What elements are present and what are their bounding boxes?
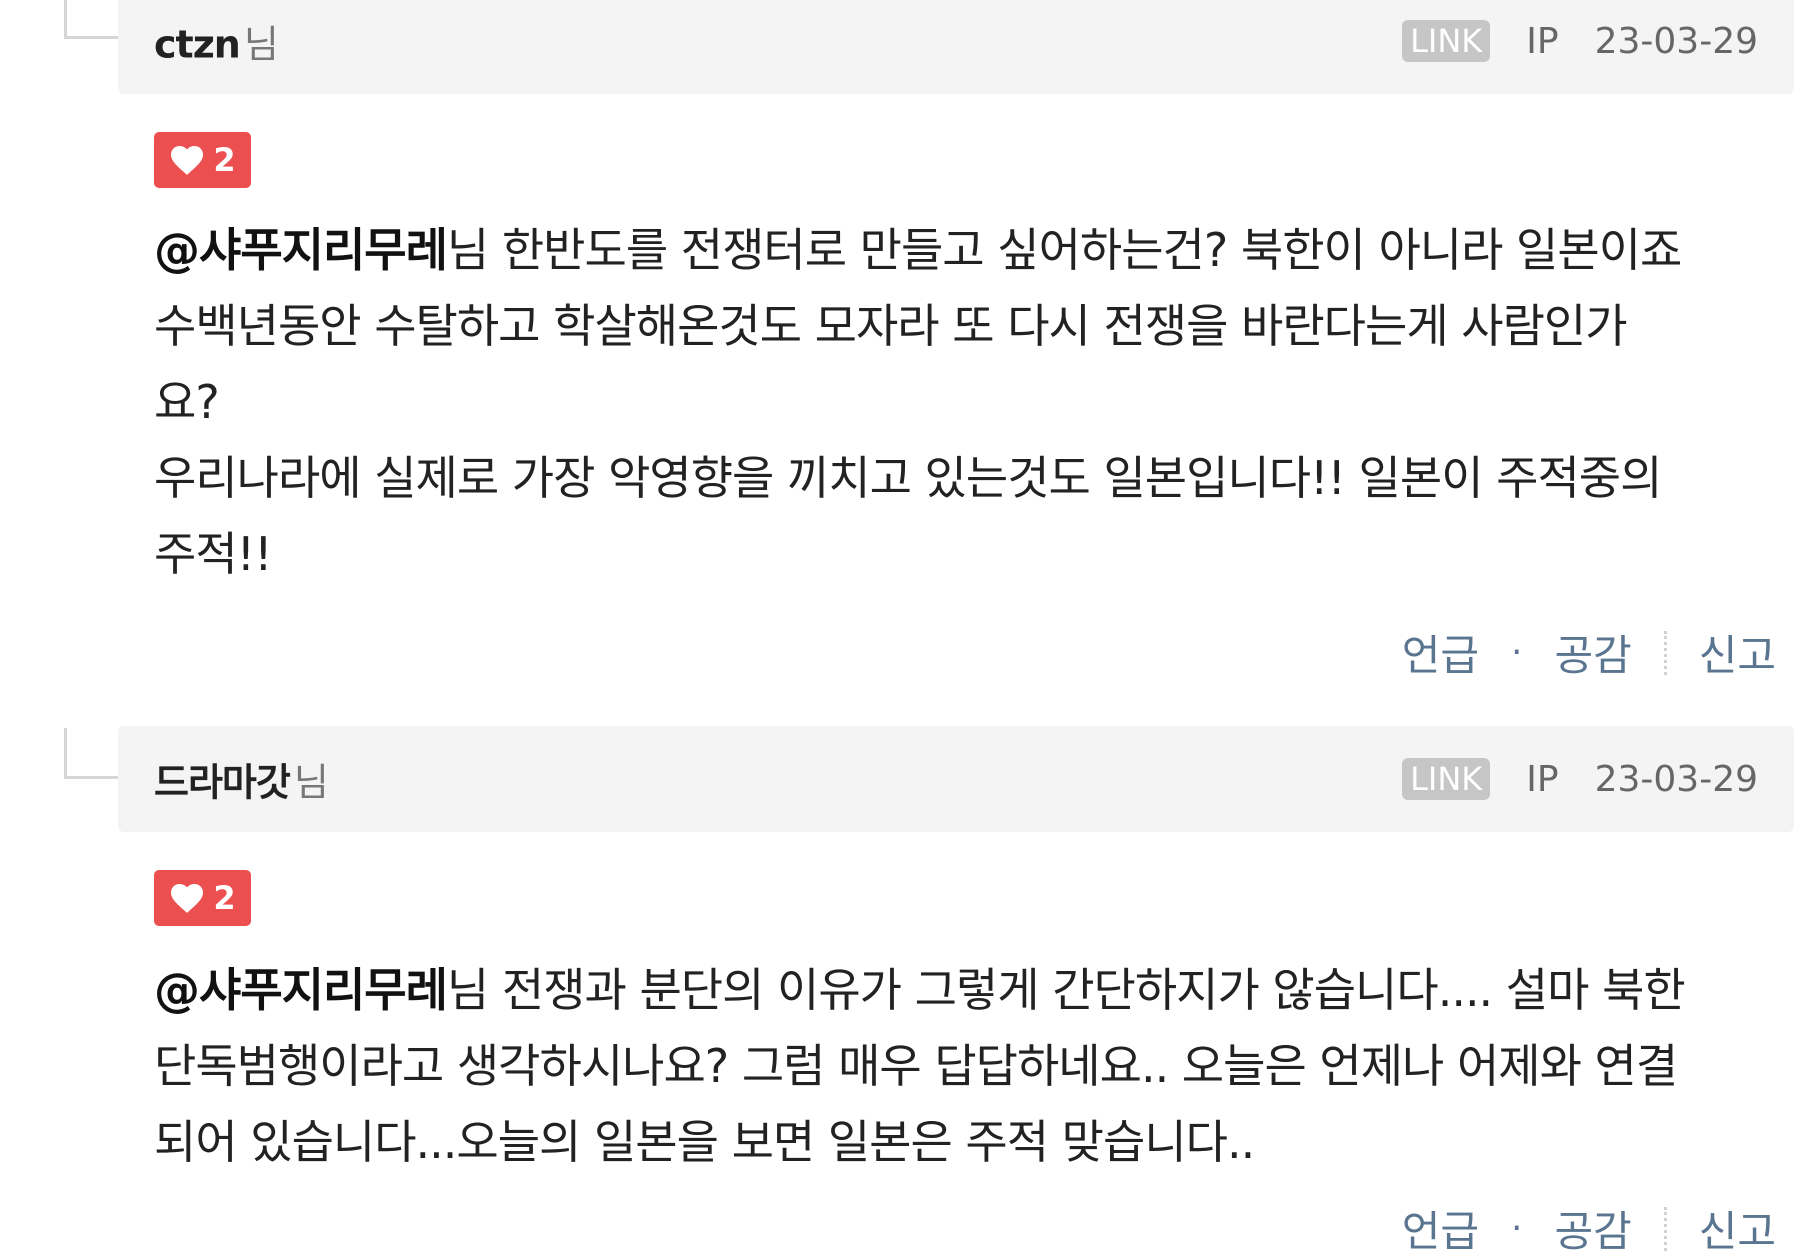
like-button[interactable]: 공감 xyxy=(1554,622,1631,683)
heart-icon xyxy=(171,146,204,175)
author-honorific: 님 xyxy=(243,22,279,67)
ip-label: IP xyxy=(1526,758,1559,800)
mention-button[interactable]: 언급 xyxy=(1402,1198,1479,1259)
ip-label: IP xyxy=(1526,20,1559,62)
comment-date: 23-03-29 xyxy=(1594,20,1758,62)
comment-line: 되어 있습니다...오늘의 일본을 보면 일본은 주적 맞습니다.. xyxy=(154,1115,1255,1169)
author-honorific: 님 xyxy=(293,760,329,805)
comment-line: 요? xyxy=(154,375,220,429)
comment-date: 23-03-29 xyxy=(1594,758,1758,800)
reply-thread-line xyxy=(64,0,123,39)
comment-line: 주적!! xyxy=(154,527,273,581)
author-name[interactable]: ctzn xyxy=(154,23,241,67)
comment-header: 드라마갓 님 LINK IP 23-03-29 xyxy=(118,726,1794,832)
action-separator: · xyxy=(1510,1208,1523,1249)
report-button[interactable]: 신고 xyxy=(1699,1198,1776,1259)
mention-tag[interactable]: @샤푸지리무레 xyxy=(154,223,448,277)
comment-author[interactable]: ctzn 님 xyxy=(154,14,279,69)
action-divider xyxy=(1663,630,1667,675)
comment-line: @샤푸지리무레님 전쟁과 분단의 이유가 그렇게 간단하지가 않습니다.... … xyxy=(154,952,1774,1028)
like-count-badge: 2 xyxy=(154,132,251,188)
report-button[interactable]: 신고 xyxy=(1699,622,1776,683)
comment-actions: 언급 · 공감 신고 xyxy=(1402,622,1776,683)
action-separator: · xyxy=(1510,632,1523,673)
comment-meta: LINK IP 23-03-29 xyxy=(1402,20,1758,62)
like-count: 2 xyxy=(213,879,236,917)
mention-tag[interactable]: @샤푸지리무레 xyxy=(154,963,448,1017)
heart-icon xyxy=(171,884,204,913)
comment-meta: LINK IP 23-03-29 xyxy=(1402,758,1758,800)
mention-button[interactable]: 언급 xyxy=(1402,622,1479,683)
comment-actions: 언급 · 공감 신고 xyxy=(1402,1198,1776,1259)
link-badge[interactable]: LINK xyxy=(1402,20,1491,62)
comment-header: ctzn 님 LINK IP 23-03-29 xyxy=(118,0,1794,94)
like-count-badge: 2 xyxy=(154,870,251,926)
comment-text: 님 한반도를 전쟁터로 만들고 싶어하는건? 북한이 아니라 일본이죠 xyxy=(446,223,1682,277)
comment-line: @샤푸지리무레님 한반도를 전쟁터로 만들고 싶어하는건? 북한이 아니라 일본… xyxy=(154,212,1774,288)
link-badge[interactable]: LINK xyxy=(1402,758,1491,800)
comment-text: 님 전쟁과 분단의 이유가 그렇게 간단하지가 않습니다.... 설마 북한 xyxy=(446,963,1686,1017)
comment-author[interactable]: 드라마갓 님 xyxy=(154,752,329,807)
comment-line: 단독범행이라고 생각하시나요? 그럼 매우 답답하네요.. 오늘은 언제나 어제… xyxy=(154,1039,1678,1093)
comment-body: @샤푸지리무레님 전쟁과 분단의 이유가 그렇게 간단하지가 않습니다.... … xyxy=(154,952,1774,1180)
like-count: 2 xyxy=(213,141,236,179)
reply-thread-line xyxy=(64,728,123,779)
comment-line: 우리나라에 실제로 가장 악영향을 끼치고 있는것도 일본입니다!! 일본이 주… xyxy=(154,451,1662,505)
action-divider xyxy=(1663,1206,1667,1251)
like-button[interactable]: 공감 xyxy=(1554,1198,1631,1259)
comment-line: 수백년동안 수탈하고 학살해온것도 모자라 또 다시 전쟁을 바란다는게 사람인… xyxy=(154,299,1628,353)
comment-body: @샤푸지리무레님 한반도를 전쟁터로 만들고 싶어하는건? 북한이 아니라 일본… xyxy=(154,212,1774,592)
author-name[interactable]: 드라마갓 xyxy=(154,761,291,805)
